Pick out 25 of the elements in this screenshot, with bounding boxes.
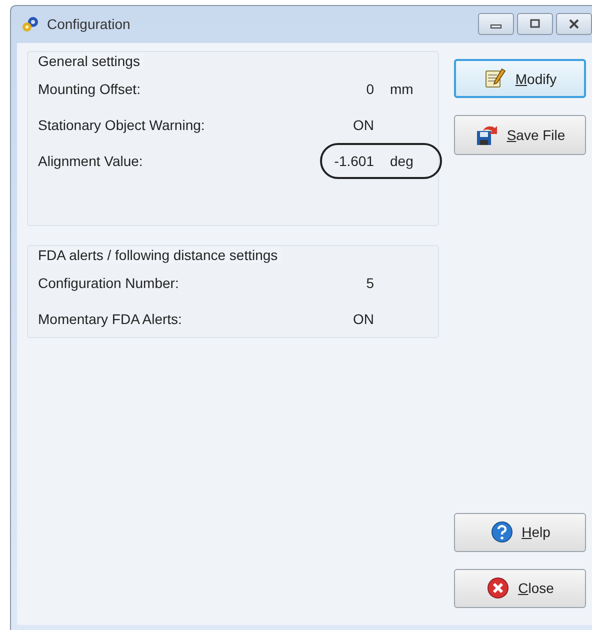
setting-value: ON [352, 311, 374, 327]
close-icon [568, 19, 580, 29]
setting-value: -1.601 [334, 153, 374, 169]
unit-label: mm [389, 81, 414, 97]
setting-value: 5 [365, 275, 374, 291]
gears-icon [21, 15, 41, 33]
close-button[interactable]: Close [454, 568, 586, 608]
close-window-button[interactable] [556, 13, 592, 35]
save-button[interactable]: Save File [454, 115, 586, 155]
modify-button[interactable]: Modify [454, 59, 586, 98]
minimize-button[interactable] [478, 13, 514, 35]
setting-label: Mounting Offset: [38, 81, 142, 97]
close-icon [486, 576, 510, 600]
maximize-icon [529, 19, 541, 29]
setting-value: 0 [365, 81, 374, 97]
setting-label: Alignment Value: [38, 153, 144, 169]
unit-label: deg [389, 153, 414, 169]
window-title: Configuration [47, 16, 130, 32]
question-mark-icon [490, 520, 514, 544]
setting-label: Configuration Number: [38, 275, 180, 291]
maximize-button[interactable] [517, 13, 553, 35]
setting-label: Momentary FDA Alerts: [38, 311, 183, 327]
setting-value: ON [352, 117, 374, 133]
help-button[interactable]: Help [454, 512, 586, 552]
setting-label: Stationary Object Warning: [38, 117, 206, 133]
